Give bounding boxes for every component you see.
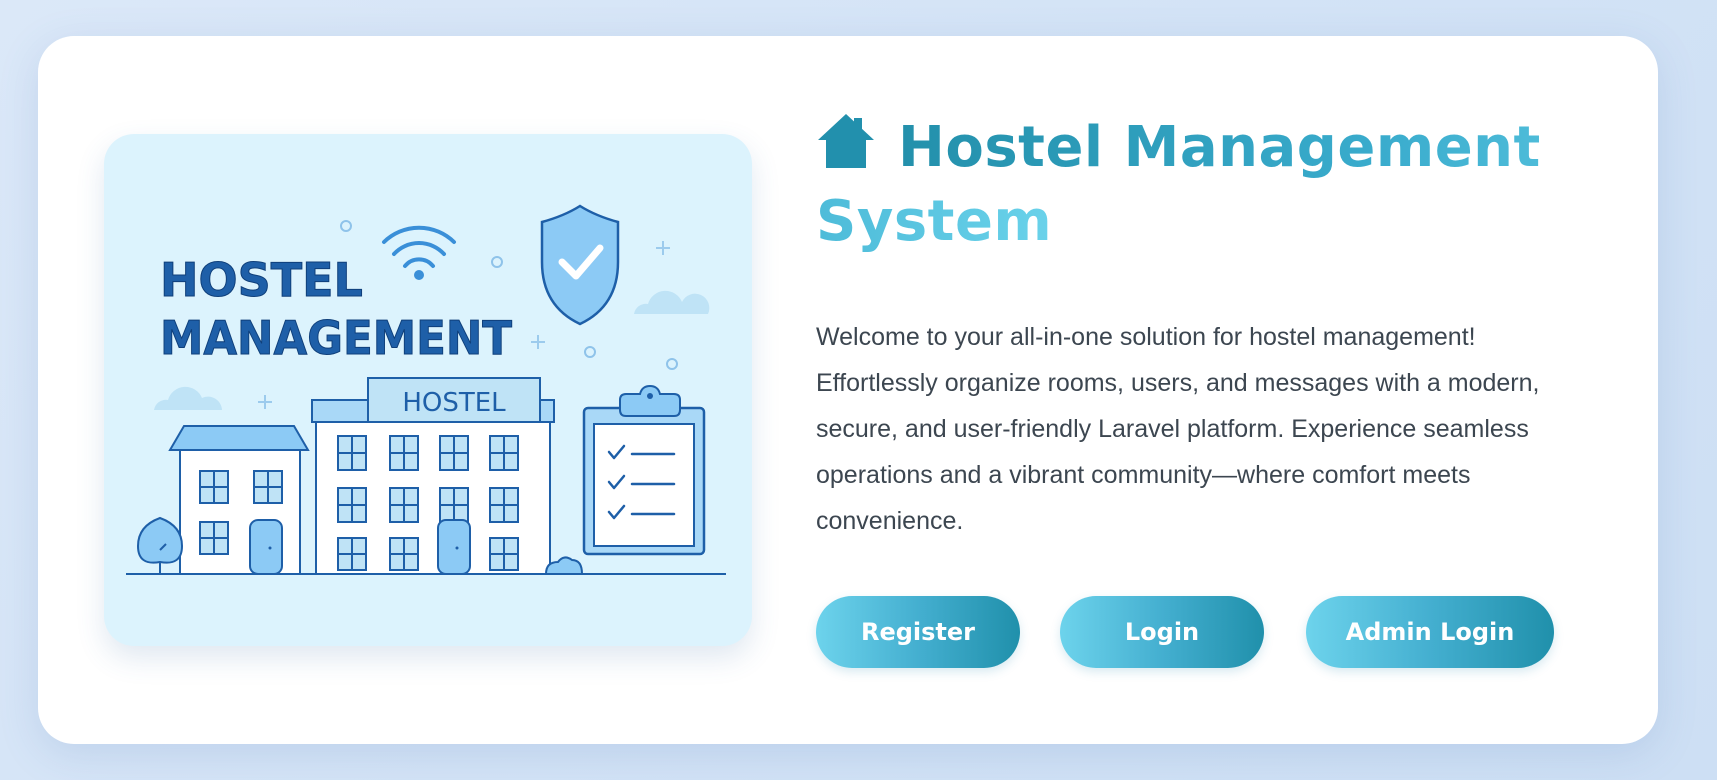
clipboard-checklist-icon [582,384,706,556]
shield-check-icon [540,204,620,326]
page-title-text: Hostel Management System [816,115,1541,254]
welcome-description: Welcome to your all-in-one solution for … [816,323,1540,535]
register-button[interactable]: Register [816,596,1020,668]
tree-icon [136,516,184,574]
home-icon [816,112,876,187]
hostel-illustration: HOSTEL MANAGEMENT HOSTEL [104,134,752,646]
welcome-card: HOSTEL MANAGEMENT HOSTEL Hostel Manageme… [38,36,1658,744]
hostel-sign: HOSTEL [402,388,506,418]
illustration-heading-line2: MANAGEMENT [160,311,513,365]
cloud-icon [634,290,710,314]
illustration-heading-line1: HOSTEL [160,253,363,307]
main-building: HOSTEL [311,377,555,575]
admin-login-button[interactable]: Admin Login [1306,596,1554,668]
hostel-illustration-graphic: HOSTEL MANAGEMENT HOSTEL [126,204,726,575]
page-title: Hostel Management System [816,112,1616,257]
login-button[interactable]: Login [1060,596,1264,668]
small-building [168,425,310,575]
wifi-icon [382,225,456,280]
cloud-icon [154,386,222,410]
